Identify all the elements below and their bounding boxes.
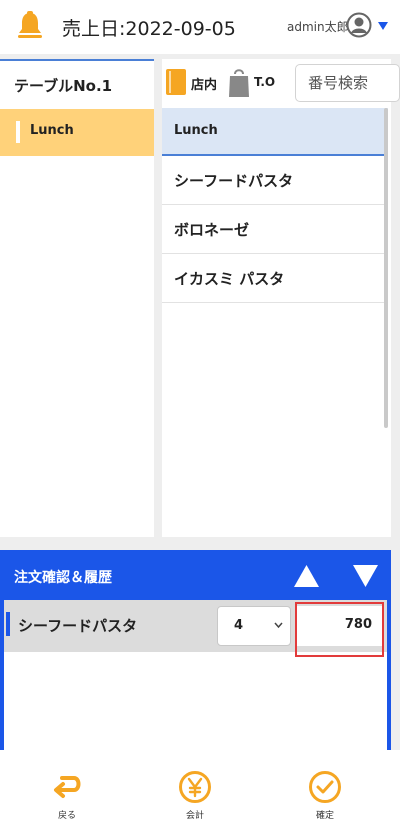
quantity-select[interactable]: 4 [217, 606, 291, 646]
bottom-action-bar: 戻る 会計 確定 [0, 750, 400, 829]
menu-item[interactable]: イカスミ パスタ [162, 254, 388, 303]
store-icon[interactable] [166, 69, 186, 95]
menu-item[interactable]: シーフードパスタ [162, 156, 388, 205]
order-item-name: シーフードパスタ [18, 617, 138, 635]
back-button[interactable]: 戻る [17, 750, 117, 829]
menu-panel: 店内 T.O Lunch シーフードパスタ ボロネーゼ イカスミ パスタ [162, 59, 400, 537]
bell-icon[interactable] [16, 11, 44, 41]
chevron-down-icon[interactable] [378, 22, 388, 30]
table-number-label: テーブルNo.1 [14, 77, 113, 95]
takeout-bag-icon[interactable] [228, 66, 250, 98]
checkout-button[interactable]: 会計 [145, 750, 245, 829]
price-highlight-box [295, 602, 384, 657]
menu-scrollbar[interactable] [384, 108, 388, 428]
takeout-button[interactable]: T.O [254, 75, 275, 89]
order-type-toolbar: 店内 T.O [162, 59, 400, 107]
quantity-value: 4 [234, 618, 244, 633]
back-label: 戻る [57, 811, 76, 821]
return-arrow-icon [54, 776, 81, 798]
order-row-indicator [6, 612, 10, 636]
menu-category-header: Lunch [162, 108, 388, 156]
app-header: 売上日:2022-09-05 admin太郎 [0, 0, 400, 54]
user-name[interactable]: admin太郎 [287, 18, 349, 35]
order-history-panel: 注文確認＆履歴 シーフードパスタ 4 780 [0, 550, 391, 750]
checkout-label: 会計 [185, 811, 204, 821]
order-list: シーフードパスタ 4 780 [4, 600, 387, 750]
check-circle-icon [309, 771, 341, 803]
order-row[interactable]: シーフードパスタ 4 780 [4, 600, 387, 657]
table-panel: テーブルNo.1 Lunch [0, 59, 154, 537]
arrow-down-icon[interactable] [352, 564, 379, 588]
number-search-input[interactable] [295, 64, 400, 102]
menu-item[interactable]: ボロネーゼ [162, 205, 388, 254]
chevron-down-icon [274, 622, 283, 629]
category-label: Lunch [30, 123, 74, 138]
menu-item-label: シーフードパスタ [174, 172, 294, 190]
confirm-label: 確定 [315, 811, 334, 821]
confirm-button[interactable]: 確定 [275, 750, 375, 829]
menu-category-header-label: Lunch [174, 123, 218, 138]
sales-date: 売上日:2022-09-05 [62, 18, 236, 40]
avatar-icon[interactable] [346, 12, 372, 38]
menu-item-label: イカスミ パスタ [174, 270, 285, 288]
yen-circle-icon [179, 771, 211, 803]
order-panel-title: 注文確認＆履歴 [14, 570, 112, 586]
category-item-lunch[interactable]: Lunch [0, 109, 154, 156]
arrow-up-icon[interactable] [293, 564, 320, 588]
menu-item-label: ボロネーゼ [174, 221, 250, 239]
dine-in-button[interactable]: 店内 [191, 74, 217, 93]
category-selected-indicator [16, 121, 20, 143]
table-tab[interactable]: テーブルNo.1 [0, 59, 154, 107]
